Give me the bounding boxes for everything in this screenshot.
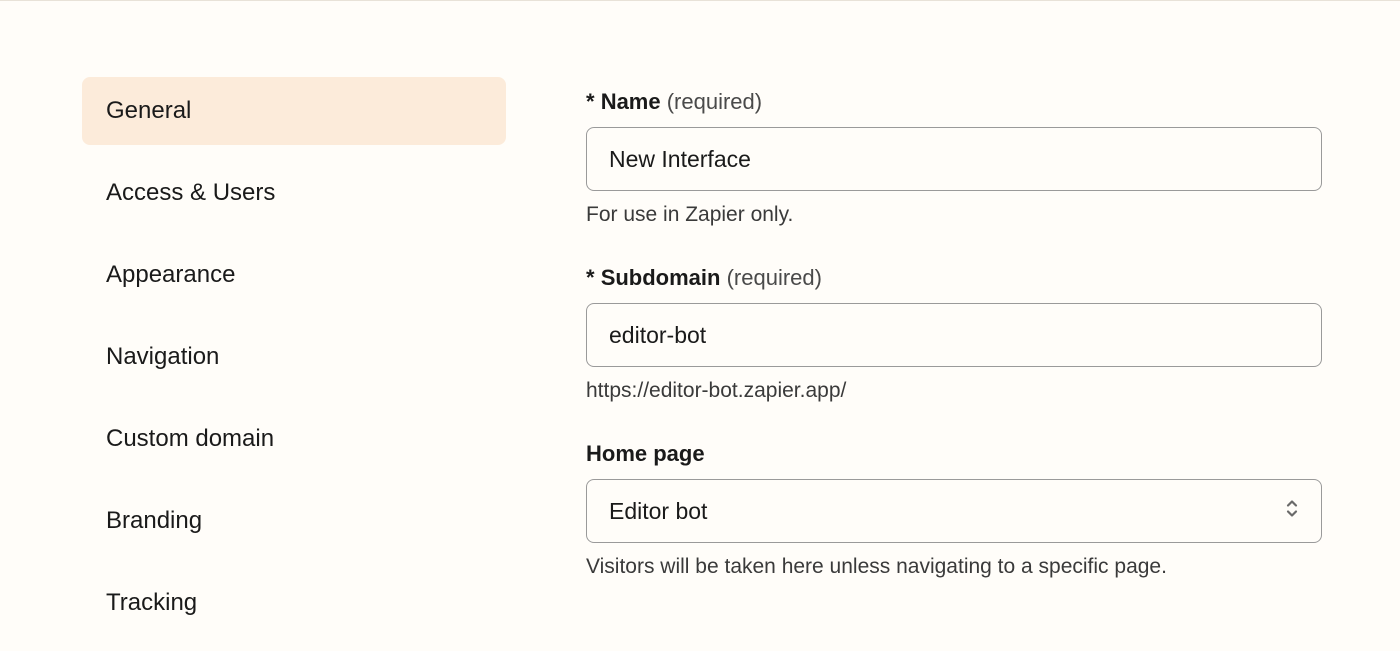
sidebar-item-label: Branding (106, 507, 202, 534)
name-label-row: * Name (required) (586, 89, 1322, 115)
sidebar-item-tracking[interactable]: Tracking (82, 569, 506, 637)
sidebar-item-access-users[interactable]: Access & Users (82, 159, 506, 227)
sidebar-item-label: General (106, 97, 191, 124)
required-text: (required) (727, 265, 822, 290)
sidebar-item-general[interactable]: General (82, 77, 506, 145)
subdomain-input[interactable] (586, 303, 1322, 367)
sidebar-item-label: Appearance (106, 261, 235, 288)
name-label: Name (601, 89, 661, 114)
homepage-select[interactable]: Editor bot (586, 479, 1322, 543)
sidebar-item-navigation[interactable]: Navigation (82, 323, 506, 391)
field-name: * Name (required) For use in Zapier only… (586, 89, 1322, 227)
subdomain-helper: https://editor-bot.zapier.app/ (586, 379, 1322, 403)
name-helper: For use in Zapier only. (586, 203, 1322, 227)
sidebar-item-branding[interactable]: Branding (82, 487, 506, 555)
sidebar-item-label: Tracking (106, 589, 197, 616)
sidebar-item-appearance[interactable]: Appearance (82, 241, 506, 309)
sidebar-item-custom-domain[interactable]: Custom domain (82, 405, 506, 473)
subdomain-label-row: * Subdomain (required) (586, 265, 1322, 291)
field-subdomain: * Subdomain (required) https://editor-bo… (586, 265, 1322, 403)
sidebar-item-label: Navigation (106, 343, 219, 370)
settings-main: * Name (required) For use in Zapier only… (526, 77, 1322, 651)
field-homepage: Home page Editor bot Visitors will be ta… (586, 441, 1322, 579)
name-input[interactable] (586, 127, 1322, 191)
sidebar-item-label: Access & Users (106, 179, 275, 206)
homepage-label: Home page (586, 441, 1322, 467)
settings-sidebar: General Access & Users Appearance Naviga… (82, 77, 526, 651)
required-text: (required) (667, 89, 762, 114)
homepage-helper: Visitors will be taken here unless navig… (586, 555, 1322, 579)
sidebar-item-label: Custom domain (106, 425, 274, 452)
required-asterisk: * (586, 265, 595, 290)
required-asterisk: * (586, 89, 595, 114)
subdomain-label: Subdomain (601, 265, 721, 290)
